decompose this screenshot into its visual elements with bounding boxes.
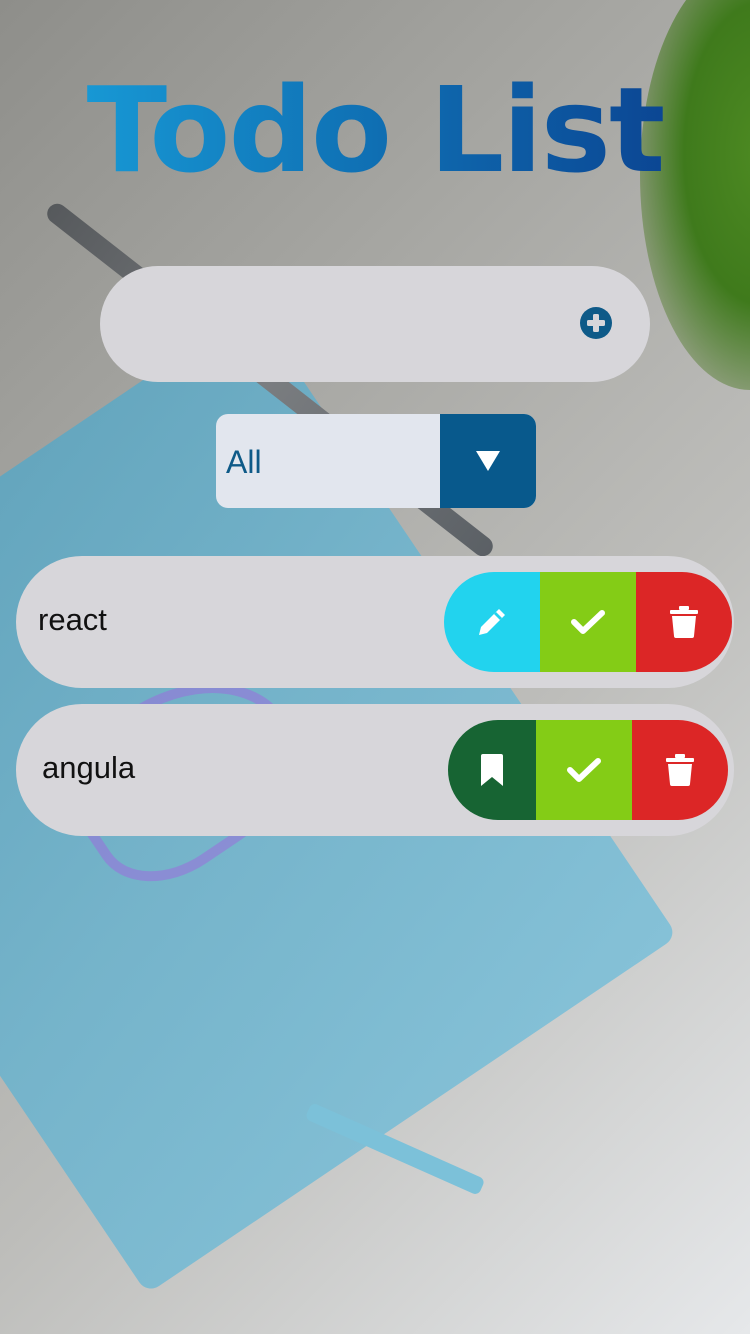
bookmark-button[interactable] bbox=[448, 720, 536, 820]
pencil-icon bbox=[479, 609, 505, 635]
todo-input[interactable] bbox=[140, 296, 560, 352]
delete-button[interactable] bbox=[636, 572, 732, 672]
complete-button[interactable] bbox=[540, 572, 636, 672]
complete-button[interactable] bbox=[536, 720, 632, 820]
add-todo-button[interactable] bbox=[576, 304, 616, 344]
filter-selected-value: All bbox=[226, 444, 262, 480]
todo-item: angula bbox=[16, 704, 734, 836]
todo-app: Todo List All react angula bbox=[0, 0, 750, 1334]
todo-actions bbox=[448, 720, 728, 820]
check-icon bbox=[567, 758, 601, 782]
todo-text: react bbox=[38, 602, 107, 637]
delete-button[interactable] bbox=[632, 720, 728, 820]
filter-dropdown-button[interactable] bbox=[440, 414, 536, 508]
todo-actions bbox=[444, 572, 732, 672]
filter-select[interactable]: All bbox=[216, 414, 536, 508]
page-title: Todo List bbox=[0, 70, 750, 190]
edit-button[interactable] bbox=[444, 572, 540, 672]
trash-icon bbox=[670, 606, 698, 638]
plus-circle-icon bbox=[580, 306, 612, 339]
check-icon bbox=[571, 610, 605, 634]
todo-text: angula bbox=[42, 750, 136, 785]
bookmark-icon bbox=[481, 754, 503, 786]
caret-down-icon bbox=[476, 451, 500, 471]
trash-icon bbox=[666, 754, 694, 786]
todo-item: react bbox=[16, 556, 734, 688]
add-todo-form bbox=[100, 266, 650, 382]
